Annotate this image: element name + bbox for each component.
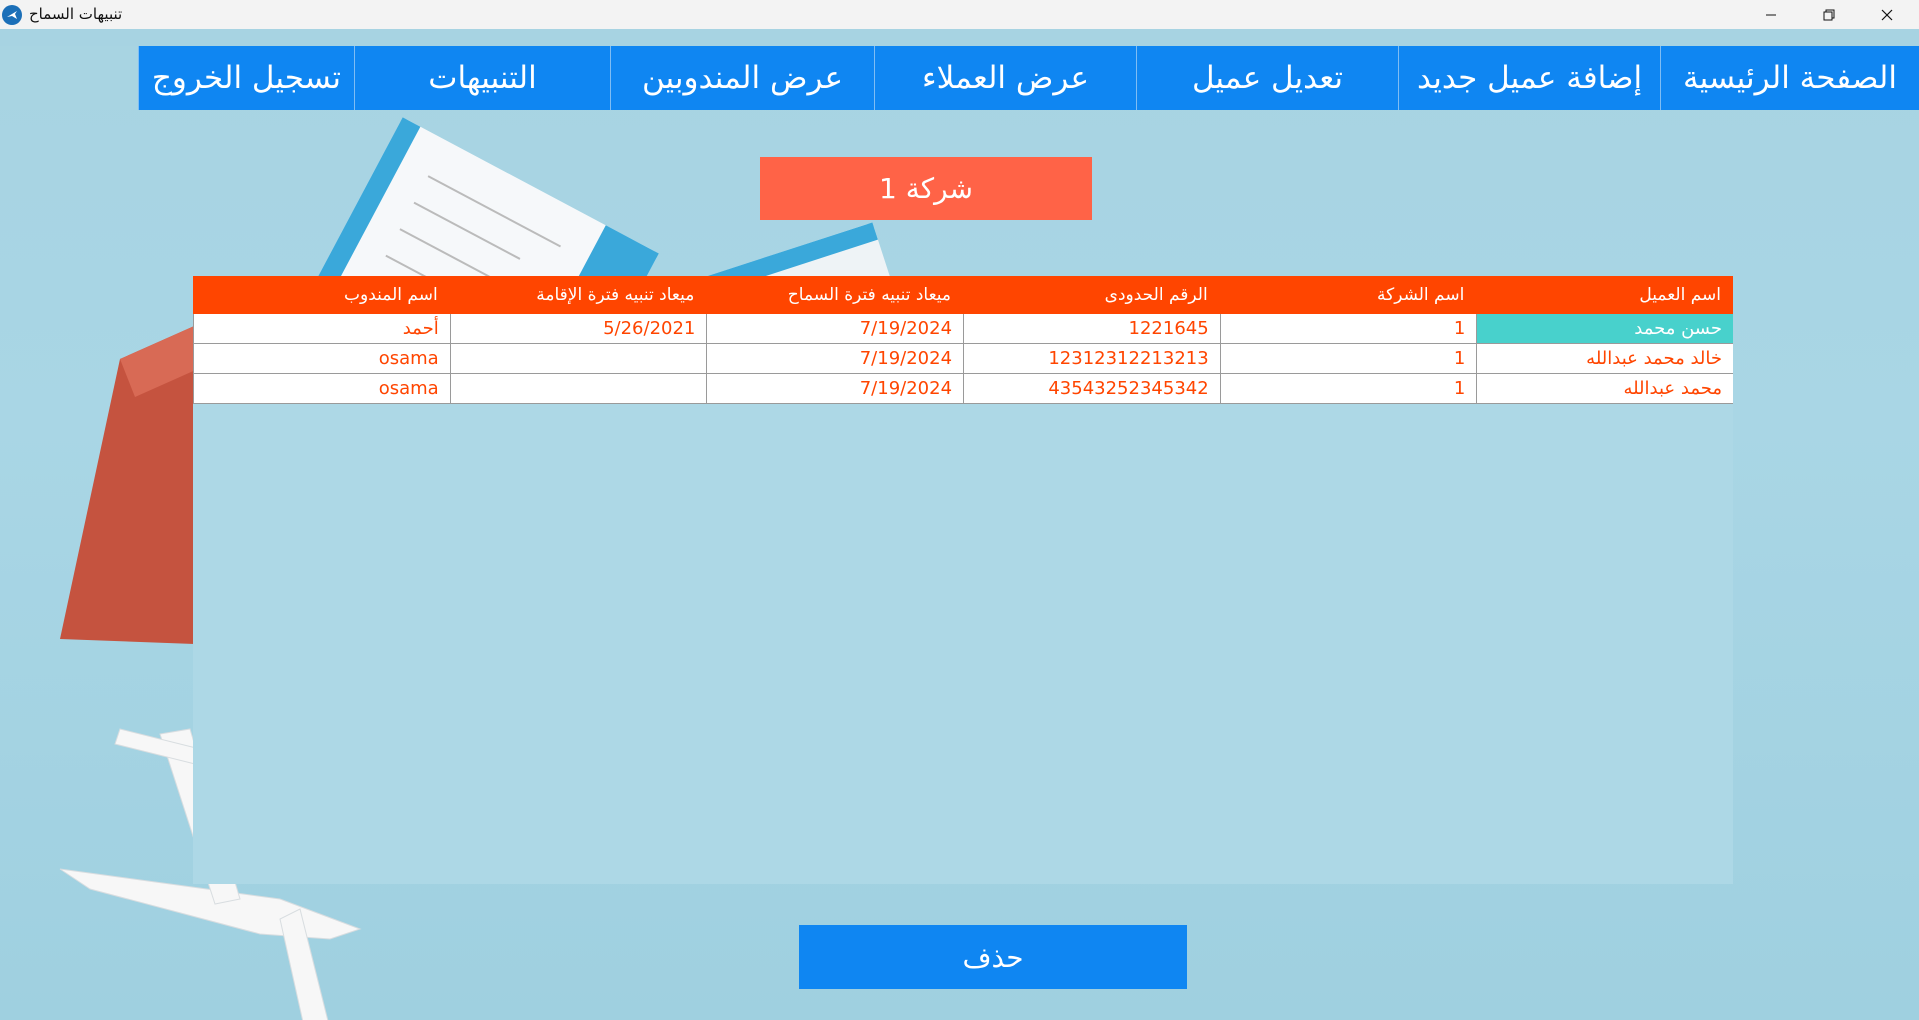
cell-border-number[interactable]: 1221645 [963,314,1220,343]
column-header-border-number[interactable]: الرقم الحدودى [963,276,1220,314]
cell-client-name[interactable]: محمد عبدالله [1476,374,1733,403]
minimize-button[interactable] [1742,0,1800,29]
cell-company[interactable]: 1 [1219,314,1477,343]
close-icon [1881,9,1893,20]
cell-company[interactable]: 1 [1219,374,1477,403]
cell-residence-alert-date[interactable]: 5/26/2021 [449,314,707,343]
window-title: تنبيهات السماح [29,5,123,23]
column-header-residence-alert-date[interactable]: ميعاد تنبيه فترة الإقامة [450,276,707,314]
table-row[interactable]: محمد عبدالله 1 43543252345342 7/19/2024 … [193,374,1733,404]
delete-button[interactable]: حذف [799,925,1187,989]
cell-grace-alert-date[interactable]: 7/19/2024 [706,314,963,343]
cell-company[interactable]: 1 [1219,344,1477,373]
nav-view-agents[interactable]: عرض المندوبين [610,46,874,110]
alerts-grid[interactable]: اسم العميل اسم الشركة الرقم الحدودى ميعا… [193,276,1733,884]
cell-grace-alert-date[interactable]: 7/19/2024 [706,374,963,403]
column-header-grace-alert-date[interactable]: ميعاد تنبيه فترة السماح [706,276,963,314]
nav-home[interactable]: الصفحة الرئيسية [1660,46,1919,110]
column-header-client-name[interactable]: اسم العميل [1476,276,1733,314]
nav-logout[interactable]: تسجيل الخروج [138,46,354,110]
cell-client-name[interactable]: خالد محمد عبدالله [1476,344,1733,373]
cell-agent-name[interactable]: osama [193,374,450,403]
nav-view-clients[interactable]: عرض العملاء [874,46,1136,110]
column-header-company[interactable]: اسم الشركة [1220,276,1477,314]
close-button[interactable] [1858,0,1916,29]
minimize-icon [1766,14,1776,15]
title-bar: تنبيهات السماح [0,0,1919,29]
nav-edit-client[interactable]: تعديل عميل [1136,46,1398,110]
column-header-agent-name[interactable]: اسم المندوب [193,276,450,314]
table-row[interactable]: خالد محمد عبدالله 1 12312312213213 7/19/… [193,344,1733,374]
cell-residence-alert-date[interactable] [449,374,707,403]
cell-client-name[interactable]: حسن محمد [1476,314,1733,343]
cell-residence-alert-date[interactable] [449,344,707,373]
restore-icon [1823,9,1835,20]
cell-agent-name[interactable]: osama [193,344,450,373]
main-nav: الصفحة الرئيسية إضافة عميل جديد تعديل عم… [138,46,1919,110]
restore-button[interactable] [1800,0,1858,29]
cell-border-number[interactable]: 43543252345342 [963,374,1220,403]
company-label: شركة 1 [760,157,1092,220]
nav-alerts[interactable]: التنبيهات [354,46,610,110]
nav-spacer [0,46,138,110]
nav-add-client[interactable]: إضافة عميل جديد [1398,46,1660,110]
table-row[interactable]: حسن محمد 1 1221645 7/19/2024 5/26/2021 أ… [193,314,1733,344]
cell-agent-name[interactable]: أحمد [193,314,450,343]
cell-border-number[interactable]: 12312312213213 [963,344,1220,373]
grid-header: اسم العميل اسم الشركة الرقم الحدودى ميعا… [193,276,1733,314]
cell-grace-alert-date[interactable]: 7/19/2024 [706,344,963,373]
app-plane-icon [2,5,22,25]
